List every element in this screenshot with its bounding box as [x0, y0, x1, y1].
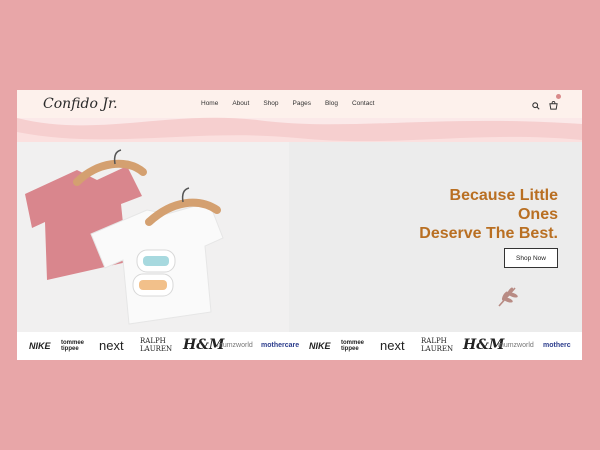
- nav-home[interactable]: Home: [201, 100, 218, 107]
- brand-mothercare[interactable]: motherc: [543, 342, 571, 349]
- brand-mumzworld[interactable]: mumzworld: [217, 342, 253, 349]
- brand-mothercare[interactable]: mothercare: [261, 342, 299, 349]
- nav-shop[interactable]: Shop: [263, 100, 278, 107]
- main-menu: Home About Shop Pages Blog Contact: [201, 100, 374, 107]
- cart-badge: [556, 94, 561, 99]
- headline-line: Ones: [517, 206, 558, 223]
- hero-image-baby-clothes: [17, 142, 289, 332]
- brand-tommee-tippee[interactable]: tommee tippee: [341, 340, 373, 352]
- nav-contact[interactable]: Contact: [352, 100, 374, 107]
- brand-ralph-lauren[interactable]: RALPH LAUREN: [140, 337, 176, 353]
- brand-ralph-lauren[interactable]: RALPH LAUREN: [421, 337, 457, 353]
- brand-nike[interactable]: NIKE: [309, 341, 331, 351]
- brand-logos-strip: NIKE tommee tippee next RALPH LAUREN H&M…: [17, 332, 582, 360]
- brand-next[interactable]: next: [99, 338, 124, 353]
- headline-line: Deserve The Best.: [419, 225, 558, 242]
- brand-mumzworld[interactable]: mumzworld: [498, 342, 534, 349]
- website-frame: Confido Jr. Home About Shop Pages Blog C…: [17, 90, 582, 360]
- headline-line: Because Little: [449, 187, 558, 204]
- leaf-icon: [498, 287, 518, 307]
- nav-pages[interactable]: Pages: [293, 100, 311, 107]
- nav-blog[interactable]: Blog: [325, 100, 338, 107]
- brand-next[interactable]: next: [380, 338, 405, 353]
- nav-about[interactable]: About: [232, 100, 249, 107]
- shop-now-button[interactable]: Shop Now: [504, 248, 558, 268]
- brand-nike[interactable]: NIKE: [29, 341, 51, 351]
- hero-headline: Because Little Ones Deserve The Best.: [419, 186, 558, 243]
- brand-tommee-tippee[interactable]: tommee tippee: [61, 340, 93, 352]
